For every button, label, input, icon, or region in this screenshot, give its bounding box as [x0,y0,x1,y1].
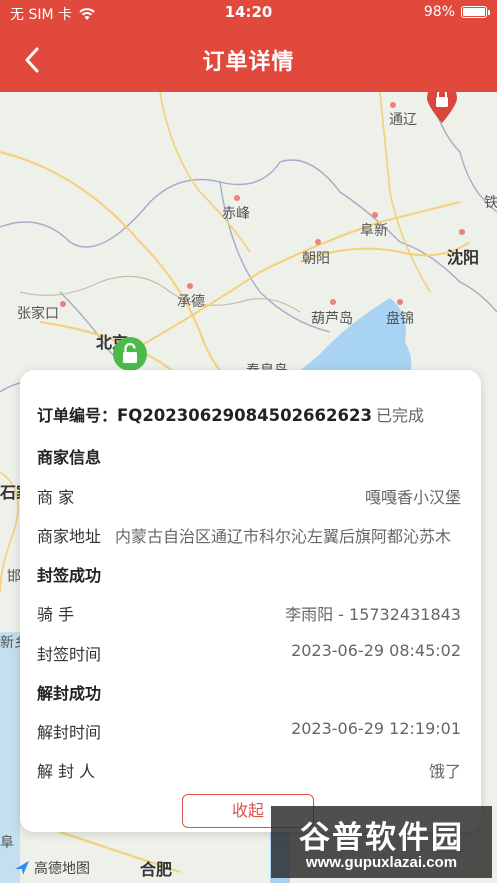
city-label: 铁 [484,195,497,211]
merchant-address-row: 商家地址 内蒙古自治区通辽市科尔沁左翼后旗阿都沁苏木 [37,523,481,549]
city-label: 承德 [177,294,205,310]
unlock-location-pin[interactable] [425,92,459,124]
gaode-logo-icon [15,861,29,875]
seal-time-label: 封签时间 [37,645,102,664]
city-label: 阜新 [360,223,388,239]
city-label: 邯 [7,569,21,585]
header: 无 SIM 卡 14:20 98% 订单详情 [0,0,497,92]
merchant-name-label: 商 家 [37,488,75,507]
unseal-person: 饿了 [428,762,461,781]
unseal-time-row: 解封时间 2023-06-29 12:19:01 [37,719,461,745]
city-label: 赤峰 [222,206,250,222]
order-number-row: 订单编号：FQ20230629084502662623 已完成 [37,402,424,426]
watermark-title: 谷普软件园 [299,820,464,856]
merchant-name: 嘎嘎香小汉堡 [364,488,461,507]
seal-location-pin[interactable] [112,336,148,372]
order-detail-card: 订单编号：FQ20230629084502662623 已完成 商家信息 商 家 … [20,370,481,832]
merchant-address-label: 商家地址 [37,527,102,546]
city-label: 盘锦 [386,311,414,327]
city-label: 朝阳 [302,251,330,267]
page-title: 订单详情 [202,50,295,75]
watermark: 谷普软件园 www.gupuxlazai.com [271,806,492,878]
city-label: 阜 [0,835,14,851]
seal-section-title: 封签成功 [37,566,102,585]
rider-row: 骑 手 李雨阳 - 15732431843 [37,601,461,627]
merchant-address: 内蒙古自治区通辽市科尔沁左翼后旗阿都沁苏木 [115,527,452,546]
battery-icon [461,6,490,18]
unseal-section-title: 解封成功 [37,684,102,703]
rider-label: 骑 手 [37,605,75,624]
status-bar: 无 SIM 卡 14:20 98% [0,0,497,26]
clock: 14:20 [224,3,273,21]
merchant-name-row: 商 家 嘎嘎香小汉堡 [37,484,461,510]
nav-bar: 订单详情 [0,28,497,90]
unseal-time: 2023-06-29 12:19:01 [291,719,461,738]
seal-time-row: 封签时间 2023-06-29 08:45:02 [37,641,461,667]
watermark-url: www.gupuxlazai.com [305,854,458,871]
city-label: 通辽 [389,112,417,128]
city-label: 葫芦岛 [311,311,353,327]
unseal-person-row: 解 封 人 饿了 [37,758,461,784]
rider-value: 李雨阳 - 15732431843 [285,605,461,624]
battery-percent: 98% [423,4,455,20]
unseal-time-label: 解封时间 [37,723,102,742]
order-number: FQ20230629084502662623 [117,406,372,425]
merchant-section-title: 商家信息 [37,448,102,467]
city-label: 合肥 [140,860,173,879]
seal-time: 2023-06-29 08:45:02 [291,641,461,660]
order-number-label: 订单编号： [37,406,118,425]
city-label: 沈阳 [447,248,480,267]
city-label: 张家口 [17,306,59,322]
unseal-person-label: 解 封 人 [37,762,96,781]
map-provider-logo: 高德地图 [14,858,90,878]
order-status: 已完成 [375,406,424,425]
